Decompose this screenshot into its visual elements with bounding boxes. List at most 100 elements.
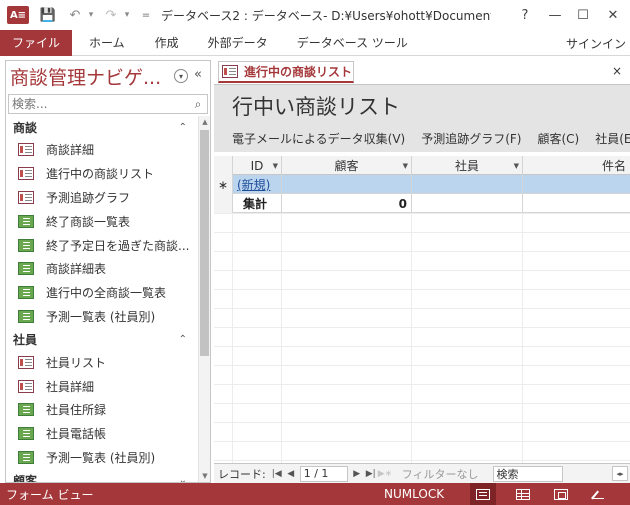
- search-icon[interactable]: ⌕: [189, 97, 207, 112]
- chevron-down-icon[interactable]: ▼: [273, 162, 278, 170]
- numlock-indicator: NUMLOCK: [384, 487, 445, 501]
- nav-item-deal-details[interactable]: 商談詳細: [6, 138, 197, 162]
- nav-group-label: 顧客: [13, 473, 38, 482]
- last-record-icon[interactable]: ▶|: [364, 469, 378, 479]
- nav-item-employee-phone-book[interactable]: 社員電話帳: [6, 422, 197, 446]
- grid-divider: [232, 213, 233, 463]
- forecast-chart-link[interactable]: 予測追跡グラフ(F): [421, 130, 521, 147]
- totals-subject-cell[interactable]: [523, 194, 630, 213]
- nav-item-forecast-by-employee-report[interactable]: 予測一覧表 (社員別): [6, 305, 197, 329]
- horizontal-scroll-icon[interactable]: ◂▸: [612, 466, 628, 481]
- id-cell[interactable]: (新規): [233, 175, 282, 194]
- tab-external-data[interactable]: 外部データ: [208, 30, 268, 56]
- employees-link[interactable]: 社員(E): [595, 130, 630, 147]
- nav-item-employee-details[interactable]: 社員詳細: [6, 374, 197, 398]
- tab-create[interactable]: 作成: [155, 30, 179, 56]
- totals-row: 集計 0: [214, 194, 630, 213]
- window-title: データベース2 : データベース- D:¥Users¥ohott¥Documen…: [161, 8, 491, 23]
- nav-item-forecast-chart[interactable]: 予測追跡グラフ: [6, 186, 197, 210]
- design-view-button[interactable]: [585, 483, 611, 505]
- next-record-icon[interactable]: ▶: [350, 469, 364, 479]
- form-icon: [18, 355, 34, 369]
- layout-view-icon: [554, 488, 568, 500]
- nav-item-all-active-deals-report[interactable]: 進行中の全商談一覧表: [6, 281, 197, 305]
- previous-record-icon[interactable]: ◀: [284, 469, 298, 479]
- form-view-button[interactable]: [470, 483, 496, 505]
- email-data-collection-link[interactable]: 電子メールによるデータ収集(V): [232, 130, 405, 147]
- nav-item-label: 社員リスト: [46, 355, 107, 370]
- close-document-icon[interactable]: ×: [612, 64, 622, 78]
- new-record-row[interactable]: ∗ (新規): [214, 175, 630, 194]
- save-icon[interactable]: 💾: [37, 0, 59, 30]
- nav-item-active-deals-list[interactable]: 進行中の商談リスト: [6, 162, 197, 186]
- nav-item-label: 社員詳細: [46, 379, 95, 394]
- nav-item-label: 商談詳細表: [46, 262, 107, 277]
- column-header-subject[interactable]: 件名: [523, 156, 630, 175]
- customers-link[interactable]: 顧客(C): [538, 130, 580, 147]
- layout-view-button[interactable]: [548, 483, 574, 505]
- nav-item-deal-details-report[interactable]: 商談詳細表: [6, 257, 197, 281]
- nav-pane-title[interactable]: 商談管理ナビゲ...: [10, 63, 172, 91]
- nav-item-employee-list[interactable]: 社員リスト: [6, 350, 197, 374]
- tab-file[interactable]: ファイル: [0, 29, 73, 56]
- redo-dropdown-icon[interactable]: ▾: [121, 0, 133, 30]
- chevron-down-icon: ⌄: [178, 474, 187, 482]
- document-tab[interactable]: 進行中の商談リスト: [218, 61, 354, 83]
- nav-search-box: ⌕: [8, 94, 208, 114]
- column-header-id[interactable]: ID ▼: [233, 156, 282, 175]
- report-icon: [18, 427, 34, 441]
- nav-item-label: 進行中の商談リスト: [46, 167, 155, 182]
- form-title: 行中い商談リスト: [232, 95, 400, 119]
- totals-customer-value[interactable]: 0: [282, 194, 412, 213]
- column-header-label: 社員: [454, 159, 479, 173]
- new-record-icon[interactable]: ▶∗: [378, 469, 392, 479]
- nav-group-employees[interactable]: 社員 ⌃: [6, 328, 197, 350]
- status-bar: フォーム ビュー NUMLOCK: [0, 483, 630, 505]
- customize-toolbar-icon[interactable]: =: [139, 0, 153, 30]
- select-all-cell[interactable]: [214, 156, 233, 175]
- column-header-customer[interactable]: 顧客 ▼: [282, 156, 412, 175]
- employee-cell[interactable]: [412, 175, 523, 194]
- scroll-thumb[interactable]: [200, 130, 209, 356]
- column-header-label: 件名: [601, 159, 626, 173]
- maximize-button[interactable]: ☐: [568, 0, 598, 30]
- nav-group-customers[interactable]: 顧客 ⌄: [6, 469, 197, 482]
- first-record-icon[interactable]: |◀: [270, 469, 284, 479]
- new-record-marker[interactable]: ∗: [214, 175, 233, 194]
- help-button[interactable]: ?: [510, 0, 540, 30]
- undo-dropdown-icon[interactable]: ▾: [85, 0, 97, 30]
- document-area: 進行中の商談リスト × 行中い商談リスト 電子メールによるデータ収集(V) 予測…: [214, 60, 630, 483]
- nav-menu-icon[interactable]: ▾: [174, 69, 188, 83]
- redo-icon[interactable]: ↷: [101, 0, 121, 30]
- nav-item-forecast-by-employee-report-2[interactable]: 予測一覧表 (社員別): [6, 446, 197, 470]
- close-window-button[interactable]: ✕: [598, 0, 628, 30]
- grid-divider: [281, 213, 282, 463]
- totals-row-selector[interactable]: [214, 194, 233, 213]
- chevron-down-icon[interactable]: ▼: [403, 162, 408, 170]
- subject-cell[interactable]: [523, 175, 630, 194]
- datasheet-view-button[interactable]: [510, 483, 536, 505]
- customer-cell[interactable]: [282, 175, 412, 194]
- nav-item-closed-deals-report[interactable]: 終了商談一覧表: [6, 209, 197, 233]
- filter-status-button[interactable]: フィルターなし: [402, 466, 479, 482]
- nav-item-employee-address-book[interactable]: 社員住所録: [6, 398, 197, 422]
- grid-divider: [522, 213, 523, 463]
- record-search-input[interactable]: 検索: [492, 465, 563, 482]
- nav-item-overdue-deals-report[interactable]: 終了予定日を過ぎた商談...: [6, 233, 197, 257]
- record-position-input[interactable]: 1 / 1: [299, 465, 348, 482]
- tab-database-tools[interactable]: データベース ツール: [297, 30, 408, 56]
- undo-icon[interactable]: ↶: [65, 0, 85, 30]
- minimize-button[interactable]: —: [540, 0, 570, 30]
- tab-home[interactable]: ホーム: [89, 30, 125, 56]
- signin-link[interactable]: サインイン: [566, 30, 626, 56]
- collapse-nav-icon[interactable]: «: [194, 67, 202, 82]
- column-header-employee[interactable]: 社員 ▼: [412, 156, 523, 175]
- totals-employee-cell[interactable]: [412, 194, 523, 213]
- scroll-down-icon[interactable]: ▼: [199, 470, 211, 482]
- scroll-up-icon[interactable]: ▲: [199, 116, 211, 128]
- nav-scrollbar[interactable]: ▲ ▼: [198, 116, 210, 482]
- nav-group-deals[interactable]: 商談 ⌃: [6, 116, 197, 138]
- access-app-icon[interactable]: A≡: [7, 6, 29, 24]
- chevron-down-icon[interactable]: ▼: [514, 162, 519, 170]
- nav-search-input[interactable]: [9, 95, 189, 113]
